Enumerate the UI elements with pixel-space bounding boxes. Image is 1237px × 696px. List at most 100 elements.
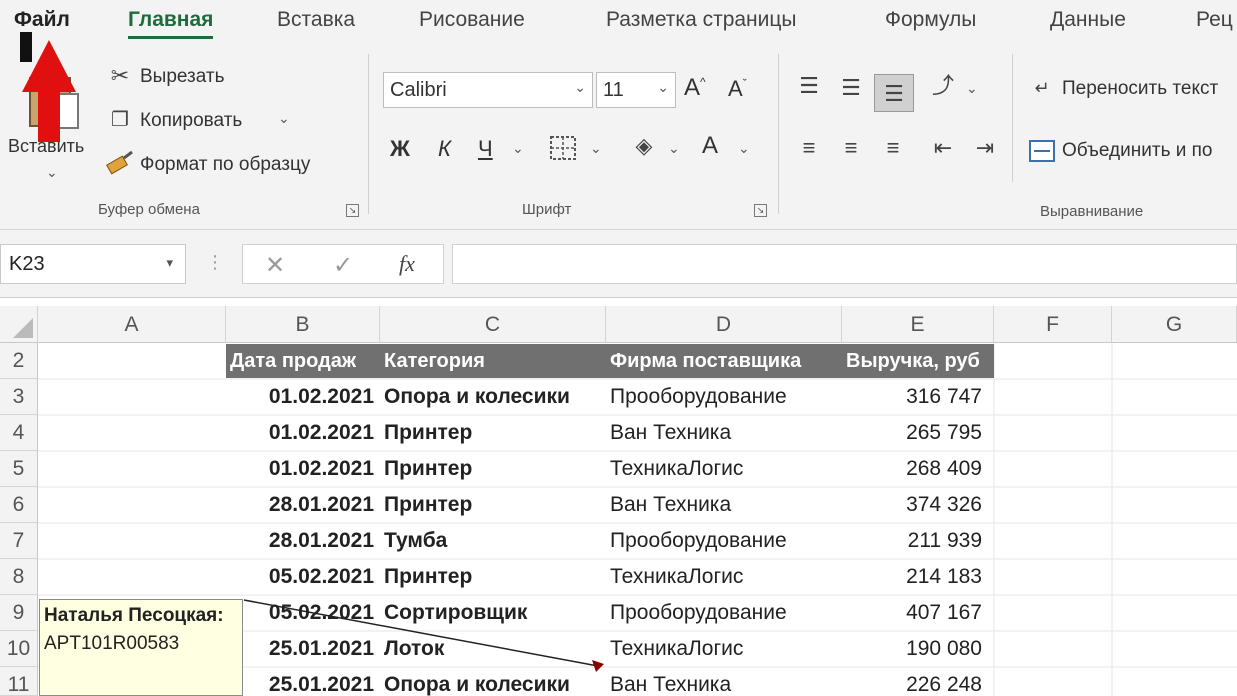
row-header[interactable]: 6 (0, 487, 38, 523)
font-name-select[interactable]: Calibri ⌄ (383, 72, 593, 108)
font-color-button[interactable]: A (702, 132, 718, 160)
tab-insert[interactable]: Вставка (277, 8, 355, 32)
align-middle-icon[interactable]: ☰ (836, 76, 866, 100)
cell-revenue[interactable]: 214 183 (842, 559, 988, 595)
select-all-corner[interactable] (0, 306, 38, 343)
row-header[interactable]: 5 (0, 451, 38, 487)
cell-supplier[interactable]: Прооборудование (606, 379, 842, 415)
row-header[interactable]: 11 (0, 667, 38, 696)
cell-revenue[interactable]: 226 248 (842, 667, 988, 696)
row-header[interactable]: 3 (0, 379, 38, 415)
cell-supplier[interactable]: ТехникаЛогис (606, 559, 842, 595)
cell-category[interactable]: Принтер (380, 415, 606, 451)
bold-button[interactable]: Ж (390, 136, 410, 162)
cell-supplier[interactable]: ТехникаЛогис (606, 631, 842, 667)
column-header-g[interactable]: G (1112, 306, 1237, 343)
row-header[interactable]: 10 (0, 631, 38, 667)
tab-file[interactable]: Файл (14, 8, 70, 32)
cell-revenue[interactable]: 265 795 (842, 415, 988, 451)
font-size-select[interactable]: 11 ⌄ (596, 72, 676, 108)
chevron-down-icon[interactable]: ⌄ (278, 110, 290, 127)
cell-comment-popup[interactable]: Наталья Песоцкая: APT101R00583 (39, 599, 243, 696)
table-header-cell[interactable]: Дата продаж (226, 344, 380, 378)
chevron-down-icon[interactable]: ⌄ (512, 140, 524, 157)
copy-button[interactable]: Копировать (140, 110, 242, 132)
row-header[interactable]: 4 (0, 415, 38, 451)
borders-icon[interactable] (548, 134, 578, 162)
row-header[interactable]: 8 (0, 559, 38, 595)
column-header-d[interactable]: D (606, 306, 842, 343)
cell-category[interactable]: Опора и колесики (380, 379, 606, 415)
cancel-icon[interactable]: ✕ (265, 251, 285, 280)
cell-date[interactable]: 01.02.2021 (226, 379, 380, 415)
formula-input[interactable] (452, 244, 1237, 284)
cell-revenue[interactable]: 316 747 (842, 379, 988, 415)
cell-revenue[interactable]: 374 326 (842, 487, 988, 523)
cell-supplier[interactable]: Ван Техника (606, 487, 842, 523)
cell-supplier[interactable]: ТехникаЛогис (606, 451, 842, 487)
grow-font-button[interactable]: A^ (684, 74, 706, 102)
align-right-icon[interactable]: ≡ (878, 136, 908, 160)
align-bottom-icon[interactable]: ☰ (874, 74, 914, 112)
cut-button[interactable]: Вырезать (140, 66, 225, 88)
column-header-c[interactable]: C (380, 306, 606, 343)
increase-indent-icon[interactable]: ⇥ (970, 136, 1000, 160)
fill-color-icon[interactable]: ◈ (630, 134, 658, 158)
cell-supplier[interactable]: Прооборудование (606, 523, 842, 559)
cell-date[interactable]: 01.02.2021 (226, 415, 380, 451)
cell-date[interactable]: 28.01.2021 (226, 523, 380, 559)
row-header[interactable]: 2 (0, 343, 38, 379)
align-left-icon[interactable]: ≡ (794, 136, 824, 160)
cell-category[interactable]: Принтер (380, 559, 606, 595)
row-header[interactable]: 9 (0, 595, 38, 631)
dialog-launcher-icon[interactable]: ↘ (346, 204, 359, 217)
cell-revenue[interactable]: 407 167 (842, 595, 988, 631)
cell-revenue[interactable]: 190 080 (842, 631, 988, 667)
chevron-down-icon[interactable]: ⌄ (668, 140, 680, 157)
cell-category[interactable]: Тумба (380, 523, 606, 559)
italic-button[interactable]: К (438, 136, 451, 162)
decrease-indent-icon[interactable]: ⇤ (928, 136, 958, 160)
scissors-icon: ✂ (110, 63, 130, 88)
align-top-icon[interactable]: ☰ (794, 74, 824, 98)
cell-category[interactable]: Принтер (380, 487, 606, 523)
cell-revenue[interactable]: 211 939 (842, 523, 988, 559)
dialog-launcher-icon[interactable]: ↘ (754, 204, 767, 217)
cell-supplier[interactable]: Ван Техника (606, 667, 842, 696)
cell-date[interactable]: 28.01.2021 (226, 487, 380, 523)
cell-date[interactable]: 05.02.2021 (226, 559, 380, 595)
tab-data[interactable]: Данные (1050, 8, 1126, 32)
insert-function-button[interactable]: fx (399, 251, 415, 277)
chevron-down-icon[interactable]: ⌄ (590, 140, 602, 157)
underline-button[interactable]: Ч (478, 136, 493, 162)
chevron-down-icon[interactable]: ⌄ (738, 140, 750, 157)
name-box[interactable]: K23 ▾ (0, 244, 186, 284)
cell-supplier[interactable]: Прооборудование (606, 595, 842, 631)
table-header-cell[interactable]: Выручка, руб (842, 344, 994, 378)
column-header-a[interactable]: A (38, 306, 226, 343)
cell-supplier[interactable]: Ван Техника (606, 415, 842, 451)
shrink-font-button[interactable]: Aˇ (728, 76, 747, 102)
format-painter-button[interactable]: Формат по образцу (140, 154, 310, 176)
chevron-down-icon[interactable]: ⌄ (966, 80, 978, 97)
row-header[interactable]: 7 (0, 523, 38, 559)
column-header-f[interactable]: F (994, 306, 1112, 343)
tab-review[interactable]: Рец (1196, 8, 1233, 32)
merge-button[interactable]: Объединить и по (1062, 140, 1213, 162)
tab-formulas[interactable]: Формулы (885, 8, 976, 32)
cell-date[interactable]: 01.02.2021 (226, 451, 380, 487)
table-header-cell[interactable]: Фирма поставщика (606, 344, 842, 378)
column-header-e[interactable]: E (842, 306, 994, 343)
column-header-b[interactable]: B (226, 306, 380, 343)
table-header-cell[interactable]: Категория (380, 344, 606, 378)
cell-category[interactable]: Принтер (380, 451, 606, 487)
tab-page-layout[interactable]: Разметка страницы (606, 8, 797, 32)
cell-revenue[interactable]: 268 409 (842, 451, 988, 487)
tab-draw[interactable]: Рисование (419, 8, 525, 32)
resize-handle-icon[interactable]: ⋮ (206, 252, 224, 273)
wrap-text-button[interactable]: Переносить текст (1062, 78, 1218, 100)
orientation-icon[interactable]: ⤴ (928, 74, 958, 98)
confirm-icon[interactable]: ✓ (333, 251, 353, 280)
tab-home[interactable]: Главная (128, 8, 214, 39)
align-center-icon[interactable]: ≡ (836, 136, 866, 160)
